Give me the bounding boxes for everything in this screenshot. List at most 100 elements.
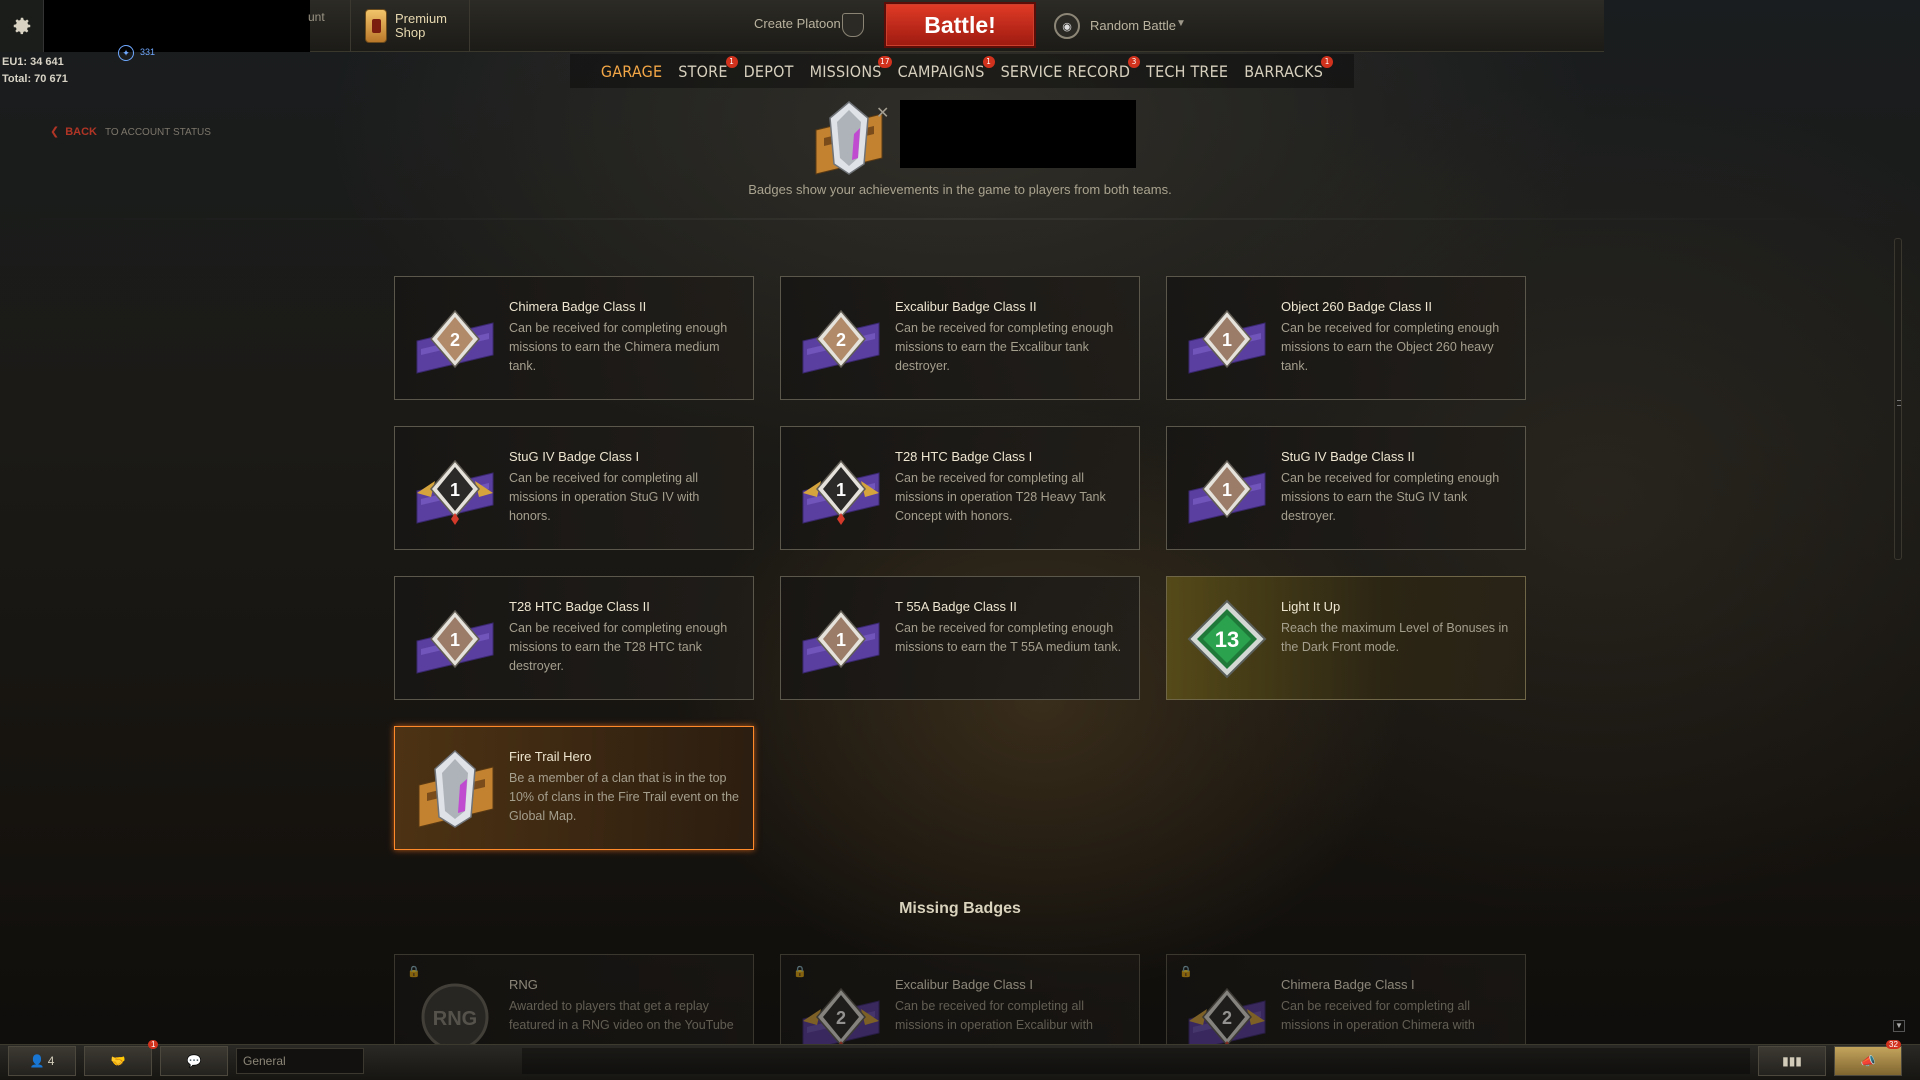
notification-strip <box>522 1048 1750 1074</box>
svg-text:1: 1 <box>450 480 460 500</box>
create-platoon-label[interactable]: Create Platoon <box>754 16 841 31</box>
badge-card[interactable]: 2 Excalibur Badge Class II Can be received… <box>780 276 1140 400</box>
svg-text:1: 1 <box>836 480 846 500</box>
badge-title: T 55A Badge Class II <box>895 599 1017 614</box>
premium-shop-label-2: Shop <box>395 25 426 40</box>
badge-card[interactable]: 2 Chimera Badge Class II Can be received f… <box>394 276 754 400</box>
badge-title: Excalibur Badge Class II <box>895 299 1037 314</box>
badge-icon: 2 <box>802 309 880 374</box>
badge-description: Can be received for completing enough mi… <box>1281 471 1500 523</box>
badge-title: T28 HTC Badge Class I <box>895 449 1033 464</box>
badge-card[interactable]: 1 StuG IV Badge Class I Can be received fo… <box>394 426 754 550</box>
badge-card[interactable]: 1 Object 260 Badge Class II Can be receive… <box>1166 276 1526 400</box>
badge-card[interactable]: 13 Light It Up Reach the maximum Level of … <box>1166 576 1526 700</box>
badge-card[interactable]: 1 T28 HTC Badge Class II Can be received f… <box>394 576 754 700</box>
svg-text:1: 1 <box>836 630 846 650</box>
nav-tab-barracks[interactable]: BARRACKS 1 <box>1236 55 1334 81</box>
scroll-down-icon[interactable]: ▼ <box>1893 1020 1905 1032</box>
badge-title: StuG IV Badge Class I <box>509 449 640 464</box>
svg-text:2: 2 <box>836 1008 846 1028</box>
chat-icon: 💬 <box>186 1054 202 1068</box>
missing-badges-title: Missing Badges <box>899 900 1021 917</box>
nav-notification-badge: 1 <box>1321 55 1334 68</box>
badge-description: Be a member of a clan that is in the top… <box>509 771 739 823</box>
nav-tab-label: MISSIONS <box>809 61 882 81</box>
badge-description: Can be received for completing all missi… <box>895 999 1094 1032</box>
badge-card[interactable]: 1 T28 HTC Badge Class I Can be received fo… <box>780 426 1140 550</box>
lock-icon: 🔒 <box>793 966 807 978</box>
scrollbar-grip[interactable] <box>1897 400 1901 406</box>
badge-title: RNG <box>509 977 538 992</box>
premium-shop-button[interactable]: Premium Shop <box>350 0 470 52</box>
nav-tab-garage[interactable]: GARAGE <box>593 62 670 81</box>
badge-description: Can be received for completing enough mi… <box>509 621 728 673</box>
shopping-bag-icon <box>365 9 387 43</box>
missing-badge-card[interactable]: 2 🔒 Excalibur Badge Class I Can be received… <box>780 954 1140 1053</box>
svg-text:1: 1 <box>1222 330 1232 350</box>
badge-card[interactable]: 1 T 55A Badge Class II Can be received for… <box>780 576 1140 700</box>
badge-icon: 1 <box>416 609 494 674</box>
missing-badge-card[interactable]: 2 🔒 Chimera Badge Class I Can be received f… <box>1166 954 1526 1053</box>
badge-card[interactable]: Fire Trail Hero Be a member of a clan tha… <box>394 726 754 850</box>
badge-title: Fire Trail Hero <box>509 749 592 764</box>
svg-text:2: 2 <box>836 330 846 350</box>
nav-tab-label: TECH TREE <box>1146 61 1229 81</box>
free-xp-value: 331 <box>140 47 156 57</box>
gear-icon <box>13 17 30 35</box>
badge-title: T28 HTC Badge Class II <box>509 599 650 614</box>
badge-icon: 1 <box>416 459 494 525</box>
nav-tab-depot[interactable]: DEPOT <box>736 62 802 81</box>
svg-text:RNG: RNG <box>433 1008 477 1030</box>
svg-text:13: 13 <box>1215 627 1239 652</box>
main-nav: GARAGE STORE 1 DEPOT MISSIONS 17 CAMPAIGNS 1 SER… <box>570 54 1354 88</box>
badge-icon <box>418 749 494 828</box>
svg-text:1: 1 <box>1222 480 1232 500</box>
friends-button[interactable]: 👤 4 <box>8 1046 76 1076</box>
battle-mode-select[interactable]: Random Battle <box>1090 18 1176 33</box>
redacted-account-area <box>0 0 310 52</box>
back-link[interactable]: ❮ BACK TO ACCOUNT STATUS <box>50 125 211 138</box>
megaphone-icon: 📣 <box>1860 1054 1876 1068</box>
credits-line-2: Total: 70 671 <box>2 73 68 85</box>
lock-icon: 🔒 <box>1179 966 1193 978</box>
badge-icon: 1 <box>802 609 880 674</box>
nav-tab-label: STORE <box>678 61 728 81</box>
chat-channel-input[interactable]: General <box>236 1048 364 1074</box>
badge-title: Chimera Badge Class II <box>509 299 647 314</box>
nav-tab-tech-tree[interactable]: TECH TREE <box>1138 62 1236 81</box>
clan-button[interactable]: 🤝 <box>84 1046 152 1076</box>
platoon-icon[interactable] <box>842 13 864 37</box>
scrollbar[interactable] <box>1894 238 1902 560</box>
notifications-button[interactable]: 📣 <box>1834 1046 1902 1076</box>
user-icon: 👤 <box>29 1054 45 1068</box>
close-icon[interactable]: ✕ <box>876 103 889 123</box>
nav-tab-service-record[interactable]: SERVICE RECORD 3 <box>993 55 1141 81</box>
nav-tab-label: SERVICE RECORD <box>1000 61 1131 81</box>
badge-icon: 13 <box>1187 599 1267 679</box>
chevron-left-icon: ❮ <box>50 126 60 138</box>
credits-info: EU1: 34 641 Total: 70 671 <box>2 54 68 88</box>
redacted-player-name <box>900 100 1136 168</box>
badge-description: Can be received for completing enough mi… <box>509 321 728 373</box>
account-label[interactable]: unt <box>308 10 325 24</box>
settings-button[interactable] <box>0 0 44 52</box>
badge-card[interactable]: 1 StuG IV Badge Class II Can be received f… <box>1166 426 1526 550</box>
handshake-icon: 🤝 <box>110 1054 126 1068</box>
nav-tab-missions[interactable]: MISSIONS 17 <box>802 55 892 81</box>
nav-tab-label: BARRACKS <box>1244 61 1324 81</box>
svg-text:1: 1 <box>450 630 460 650</box>
free-xp-icon: ✦ <box>118 45 134 61</box>
stats-button[interactable]: ▮▮▮ <box>1758 1046 1826 1076</box>
battle-mode-icon[interactable]: ◉ <box>1054 13 1080 39</box>
chat-button[interactable]: 💬 <box>160 1046 228 1076</box>
badge-icon: 2 <box>416 309 494 374</box>
selected-badge-icon <box>815 101 883 175</box>
missing-badge-card[interactable]: RNG 🔒 RNG Awarded to players that get a rep… <box>394 954 754 1051</box>
badge-icon: 1 <box>1188 309 1266 374</box>
nav-tab-label: DEPOT <box>743 61 794 81</box>
chevron-down-icon[interactable]: ▼ <box>1176 18 1186 29</box>
nav-tab-campaigns[interactable]: CAMPAIGNS 1 <box>890 55 995 81</box>
nav-tab-store[interactable]: STORE 1 <box>670 55 738 81</box>
battle-button[interactable]: Battle! <box>884 2 1036 48</box>
badges-description: Badges show your achievements in the gam… <box>748 182 1172 197</box>
